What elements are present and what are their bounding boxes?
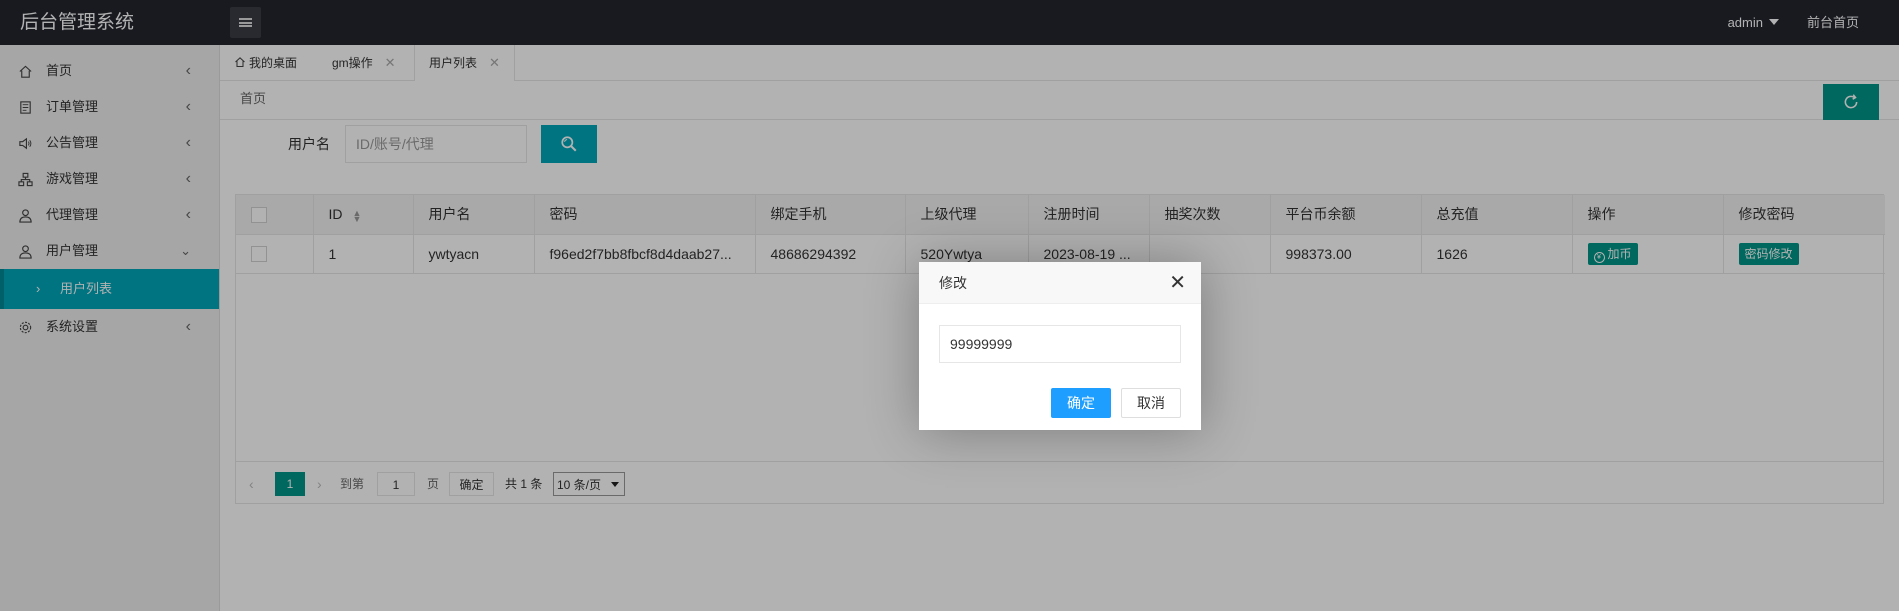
confirm-button[interactable]: 确定	[1051, 388, 1111, 418]
cancel-button[interactable]: 取消	[1121, 388, 1181, 418]
modal-title: 修改	[939, 275, 967, 291]
modal-value-input[interactable]	[939, 325, 1181, 363]
close-icon[interactable]: ✕	[1169, 262, 1186, 304]
modal-header: 修改 ✕	[919, 262, 1201, 304]
edit-modal: 修改 ✕ 确定 取消	[919, 262, 1201, 430]
